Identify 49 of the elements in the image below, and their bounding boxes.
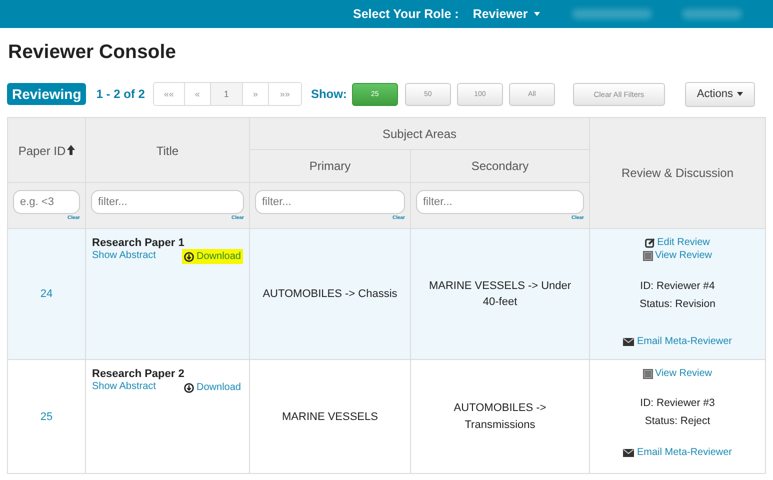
- show-label: Show:: [310, 87, 347, 101]
- filter-field[interactable]: filter...: [255, 190, 405, 214]
- table-cell: AUTOMOBILES -> Transmissions: [410, 360, 590, 474]
- review-status: Status: Revision: [638, 298, 716, 310]
- caret-icon: [534, 12, 540, 16]
- paper-id-link[interactable]: 24: [40, 288, 53, 300]
- role-label: Select Your Role :: [353, 7, 459, 21]
- download-link[interactable]: Download: [182, 249, 243, 264]
- column-header[interactable]: Secondary: [410, 150, 590, 182]
- list-icon: [642, 250, 653, 260]
- filter-field[interactable]: filter...: [416, 190, 584, 214]
- range-text: 1 - 2 of 2: [96, 87, 145, 101]
- envelope-icon: [622, 448, 634, 456]
- actions-button[interactable]: Actions: [684, 82, 755, 106]
- paper-title: Research Paper 1: [92, 237, 186, 249]
- column-header: Review & Discussion: [590, 118, 766, 228]
- show-abstract-link[interactable]: Show Abstract: [92, 250, 156, 261]
- show-abstract-link[interactable]: Show Abstract: [92, 381, 156, 392]
- column-group-header: Subject Areas: [250, 118, 590, 150]
- column-header[interactable]: Primary: [250, 150, 410, 182]
- reviewer-id: ID: Reviewer #3: [639, 397, 716, 409]
- envelope-icon: [622, 338, 634, 346]
- view-review-link[interactable]: View Review: [642, 250, 712, 261]
- download-icon: [184, 252, 194, 262]
- list-icon: [642, 368, 653, 378]
- filter-field[interactable]: filter...: [91, 190, 244, 214]
- email-link[interactable]: Email Meta-Reviewer: [622, 447, 732, 458]
- pagination-button[interactable]: ««: [154, 83, 185, 105]
- filter-field[interactable]: e.g. <3: [13, 190, 80, 214]
- paper-title: Research Paper 2: [92, 368, 186, 380]
- blurred-block: [682, 9, 742, 19]
- download-icon: [184, 382, 194, 392]
- edit-review-link[interactable]: Edit Review: [645, 237, 710, 248]
- pagination-button[interactable]: 1: [210, 83, 243, 105]
- role-dropdown[interactable]: Reviewer: [472, 7, 540, 21]
- reviewer-id: ID: Reviewer #4: [639, 280, 716, 292]
- paper-id-link[interactable]: 25: [40, 410, 53, 422]
- caret-icon: [736, 92, 743, 96]
- email-link[interactable]: Email Meta-Reviewer: [622, 336, 732, 347]
- view-review-link[interactable]: View Review: [642, 368, 712, 379]
- edit-icon: [645, 238, 656, 248]
- page-title: Reviewer Console: [7, 40, 177, 65]
- review-status: Status: Reject: [644, 415, 712, 427]
- mode-badge: Reviewing: [7, 83, 86, 105]
- download-link[interactable]: Download: [182, 380, 243, 395]
- sort-up-icon: [66, 144, 75, 154]
- column-header[interactable]: Paper ID: [8, 118, 86, 182]
- table-cell: MARINE VESSELS: [250, 360, 410, 474]
- column-header[interactable]: Title: [86, 118, 250, 182]
